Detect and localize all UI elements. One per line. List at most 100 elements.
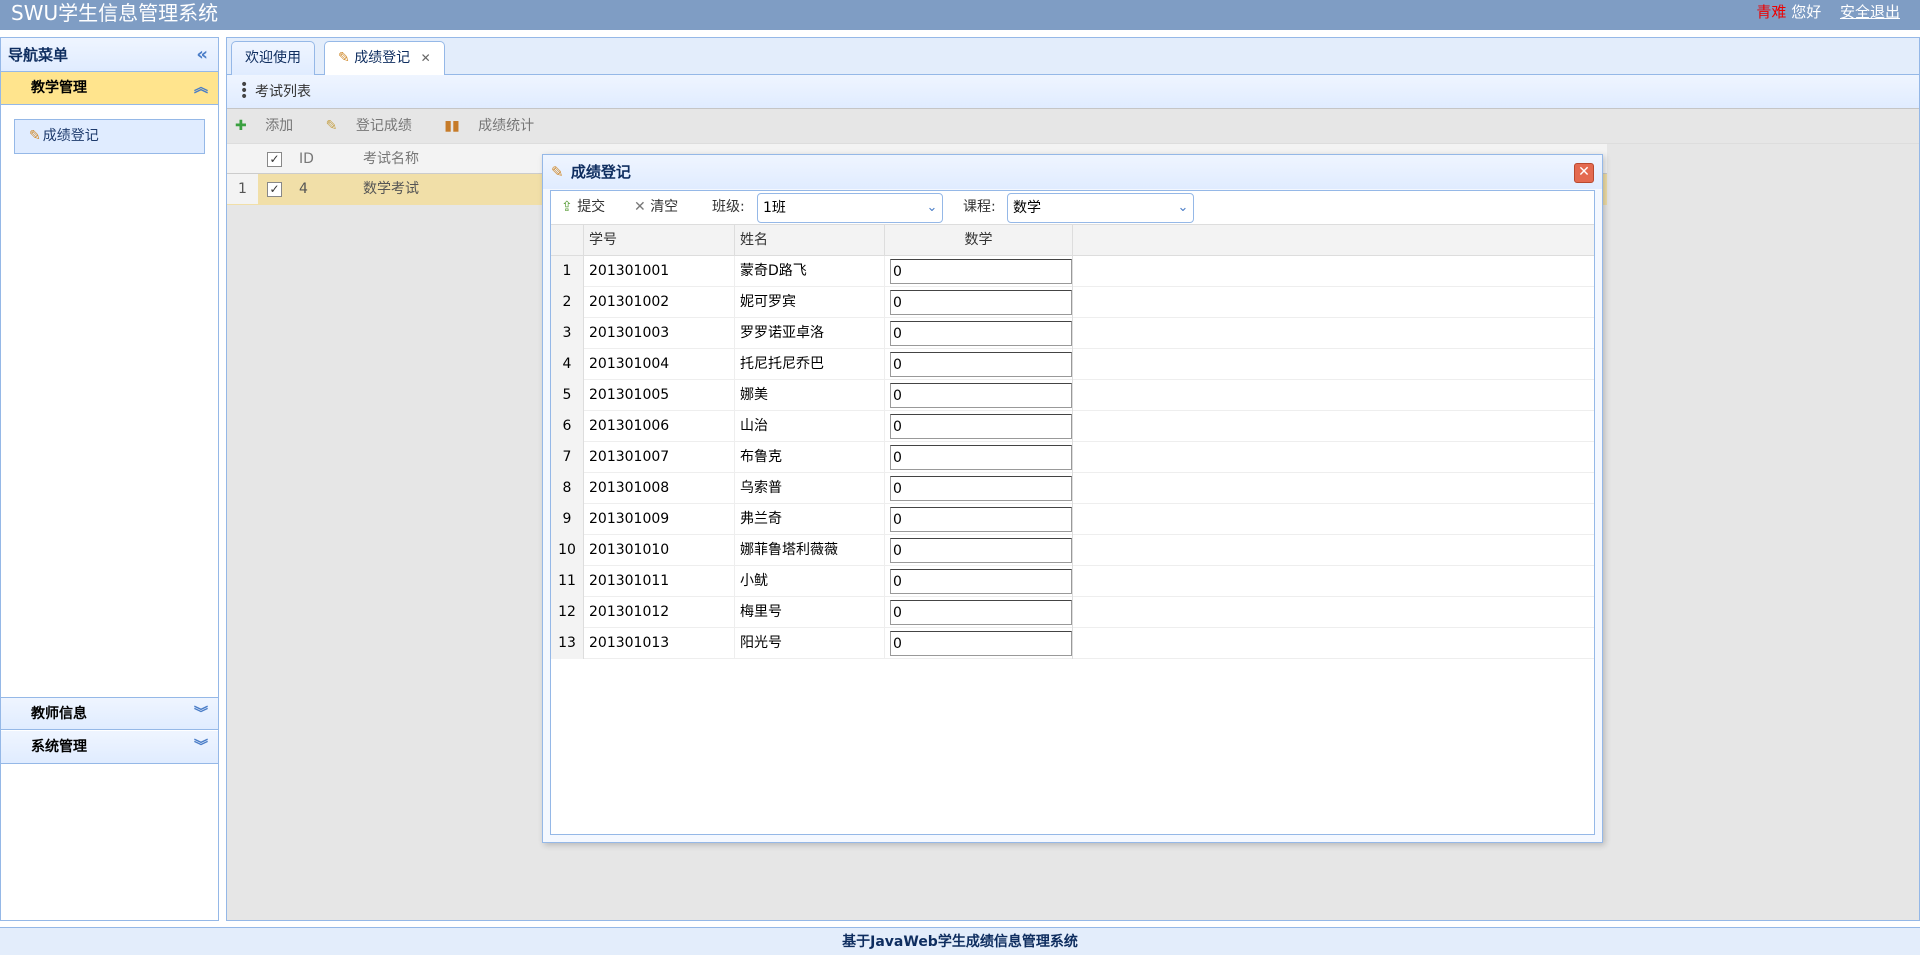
- exam-list-title: 考试列表: [255, 84, 311, 100]
- close-icon[interactable]: ✕: [1574, 163, 1594, 183]
- row-number-header: [551, 225, 584, 255]
- exam-name-cell: 数学考试: [363, 181, 419, 197]
- column-header-math-score[interactable]: 数学: [885, 225, 1073, 255]
- student-id-cell: 201301004: [584, 349, 735, 380]
- select-all-checkbox[interactable]: ✓: [267, 144, 282, 174]
- score-cell: [885, 256, 1073, 287]
- table-row[interactable]: 9 201301009 弗兰奇: [551, 504, 1594, 535]
- plus-icon: ✚: [235, 118, 247, 134]
- column-header-exam-name[interactable]: 考试名称: [363, 144, 419, 174]
- accordion-label: 教学管理: [31, 80, 87, 96]
- column-header-student-name[interactable]: 姓名: [735, 225, 885, 255]
- student-name-cell: 山治: [735, 411, 885, 442]
- class-select[interactable]: 1班 ⌄: [757, 193, 943, 223]
- score-input[interactable]: [890, 383, 1072, 408]
- add-button[interactable]: ✚ 添加: [235, 118, 307, 134]
- student-name-cell: 梅里号: [735, 597, 885, 628]
- app-title: SWU学生信息管理系统: [11, 1, 219, 25]
- accordion-label: 教师信息: [31, 706, 87, 722]
- column-header-student-id[interactable]: 学号: [584, 225, 735, 255]
- tab-bar: 欢迎使用 ✎ 成绩登记 ✕: [227, 38, 1919, 76]
- chevron-up-icon[interactable]: ︽: [194, 72, 208, 105]
- score-input[interactable]: [890, 507, 1072, 532]
- student-name-cell: 蒙奇D路飞: [735, 256, 885, 287]
- navigation-panel: 导航菜单 « 教学管理 ︽ ✎ 成绩登记 教师信息 ︾ 系统管理 ︾: [0, 37, 219, 921]
- score-cell: [885, 628, 1073, 659]
- clear-button[interactable]: ✕ 清空: [634, 191, 678, 224]
- tab-welcome[interactable]: 欢迎使用: [231, 41, 315, 75]
- score-input[interactable]: [890, 259, 1072, 284]
- accordion-teaching-management[interactable]: 教学管理 ︽: [1, 72, 218, 105]
- score-input[interactable]: [890, 352, 1072, 377]
- score-cell: [885, 473, 1073, 504]
- accordion-teacher-info[interactable]: 教师信息 ︾: [1, 697, 218, 730]
- tab-grade-registration[interactable]: ✎ 成绩登记 ✕: [324, 41, 445, 76]
- table-row[interactable]: 3 201301003 罗罗诺亚卓洛: [551, 318, 1594, 349]
- score-input[interactable]: [890, 569, 1072, 594]
- student-name-cell: 罗罗诺亚卓洛: [735, 318, 885, 349]
- vertical-dots-icon[interactable]: • • •: [240, 78, 248, 104]
- student-id-cell: 201301013: [584, 628, 735, 659]
- upload-icon: ⇪: [561, 199, 573, 215]
- table-row[interactable]: 1 201301001 蒙奇D路飞: [551, 256, 1594, 287]
- student-name-cell: 弗兰奇: [735, 504, 885, 535]
- table-row[interactable]: 5 201301005 娜美: [551, 380, 1594, 411]
- table-row[interactable]: 8 201301008 乌索普: [551, 473, 1594, 504]
- grade-statistics-button[interactable]: ▮▮ 成绩统计: [444, 118, 548, 134]
- table-row[interactable]: 6 201301006 山治: [551, 411, 1594, 442]
- student-id-cell: 201301010: [584, 535, 735, 566]
- student-id-cell: 201301001: [584, 256, 735, 287]
- collapse-sidebar-icon[interactable]: «: [196, 38, 208, 72]
- table-row[interactable]: 11 201301011 小鱿: [551, 566, 1594, 597]
- row-number: 1: [227, 174, 258, 204]
- x-icon: ✕: [634, 199, 646, 215]
- dialog-body: ⇪ 提交 ✕ 清空 班级: 1班 ⌄ 课程: 数学 ⌄ 学号 姓名 数学 1 2…: [550, 190, 1595, 835]
- score-cell: [885, 566, 1073, 597]
- student-name-cell: 托尼托尼乔巴: [735, 349, 885, 380]
- table-row[interactable]: 7 201301007 布鲁克: [551, 442, 1594, 473]
- table-row[interactable]: 13 201301013 阳光号: [551, 628, 1594, 659]
- score-input[interactable]: [890, 476, 1072, 501]
- student-id-cell: 201301005: [584, 380, 735, 411]
- tab-close-icon[interactable]: ✕: [421, 51, 431, 65]
- exam-list-panel-title: • • • 考试列表: [227, 75, 1919, 109]
- course-select[interactable]: 数学 ⌄: [1007, 193, 1194, 223]
- row-number: 12: [551, 597, 584, 628]
- class-select-value: 1班: [763, 200, 786, 216]
- chevron-down-icon[interactable]: ⌄: [922, 194, 942, 222]
- student-name-cell: 阳光号: [735, 628, 885, 659]
- score-cell: [885, 504, 1073, 535]
- score-input[interactable]: [890, 600, 1072, 625]
- chevron-down-icon[interactable]: ︾: [194, 698, 208, 731]
- score-input[interactable]: [890, 631, 1072, 656]
- table-row[interactable]: 12 201301012 梅里号: [551, 597, 1594, 628]
- column-header-id[interactable]: ID: [299, 144, 314, 174]
- chevron-down-icon[interactable]: ⌄: [1173, 194, 1193, 222]
- accordion-system-management[interactable]: 系统管理 ︾: [1, 731, 218, 764]
- score-input[interactable]: [890, 445, 1072, 470]
- score-input[interactable]: [890, 290, 1072, 315]
- submit-label: 提交: [577, 199, 606, 215]
- row-number: 6: [551, 411, 584, 442]
- score-grid-rows: 1201301001蒙奇D路飞2201301002妮可罗宾3201301003罗…: [551, 256, 1594, 659]
- chevron-down-icon[interactable]: ︾: [194, 731, 208, 764]
- score-input[interactable]: [890, 538, 1072, 563]
- student-id-cell: 201301008: [584, 473, 735, 504]
- table-row[interactable]: 4 201301004 托尼托尼乔巴: [551, 349, 1594, 380]
- score-grid: 学号 姓名 数学 1201301001蒙奇D路飞2201301002妮可罗宾32…: [551, 225, 1594, 659]
- score-input[interactable]: [890, 414, 1072, 439]
- menu-item-grade-registration[interactable]: ✎ 成绩登记: [14, 119, 205, 154]
- student-name-cell: 娜菲鲁塔利薇薇: [735, 535, 885, 566]
- register-grades-button[interactable]: ✎ 登记成绩: [326, 118, 426, 134]
- student-name-cell: 小鱿: [735, 566, 885, 597]
- student-name-cell: 布鲁克: [735, 442, 885, 473]
- row-checkbox[interactable]: ✓: [267, 174, 282, 204]
- score-input[interactable]: [890, 321, 1072, 346]
- student-id-cell: 201301011: [584, 566, 735, 597]
- row-number: 5: [551, 380, 584, 411]
- table-row[interactable]: 2 201301002 妮可罗宾: [551, 287, 1594, 318]
- logout-link[interactable]: 安全退出: [1840, 3, 1900, 21]
- table-row[interactable]: 10 201301010 娜菲鲁塔利薇薇: [551, 535, 1594, 566]
- student-id-cell: 201301009: [584, 504, 735, 535]
- submit-button[interactable]: ⇪ 提交: [561, 191, 605, 224]
